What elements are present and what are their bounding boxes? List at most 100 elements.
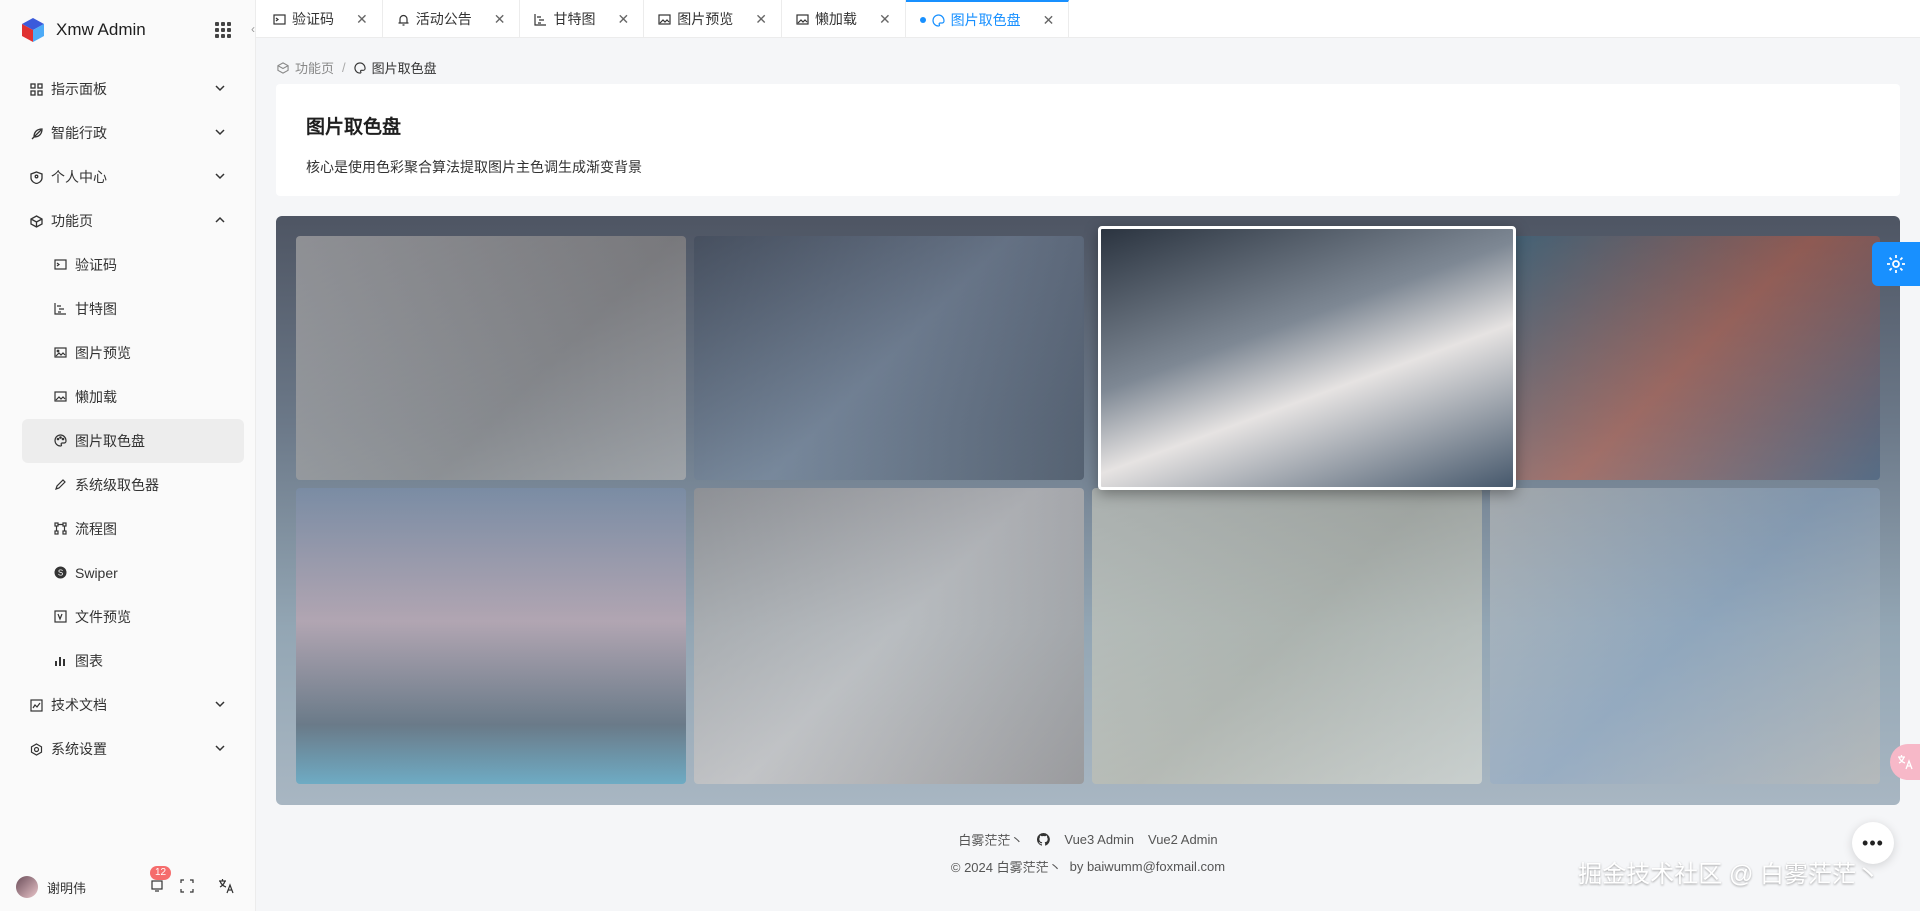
sidebar: Xmw Admin ‹ 指示面板 智能行政 个人中心 功能页 验证码 甘特图 图… [0, 0, 256, 911]
gallery-image[interactable] [1490, 488, 1880, 784]
bell-icon [397, 13, 410, 26]
sidebar-menu: 指示面板 智能行政 个人中心 功能页 验证码 甘特图 图片预览 懒加载 图片取色… [0, 60, 255, 771]
brand: Xmw Admin ‹ [0, 0, 255, 60]
svg-text:S: S [58, 569, 63, 578]
menu-item-dashboard[interactable]: 指示面板 [0, 67, 255, 111]
chevron-down-icon [215, 129, 225, 136]
copyright-text: © 2024 白雾茫茫丶 [950, 860, 1062, 875]
breadcrumb: 功能页 / 图片取色盘 [277, 58, 437, 77]
gallery-image[interactable] [694, 488, 1084, 784]
gallery-image[interactable] [694, 236, 1084, 480]
gallery-image-focused[interactable] [1098, 226, 1516, 490]
gallery-image[interactable] [1092, 488, 1482, 784]
menu-label: 智能行政 [51, 125, 107, 141]
breadcrumb-current-label: 图片取色盘 [371, 61, 437, 76]
palette-icon [354, 61, 366, 74]
image-lazy-icon [54, 390, 68, 404]
vue3-admin-link[interactable]: Vue3 Admin [1064, 832, 1134, 847]
gallery-image[interactable] [296, 488, 686, 784]
avatar[interactable] [16, 876, 38, 898]
tab-announcement[interactable]: 活动公告 ✕ [383, 0, 521, 38]
chevron-down-icon [215, 173, 225, 180]
apps-grid-icon[interactable] [215, 22, 231, 38]
submenu-item-captcha[interactable]: 验证码 [22, 243, 244, 287]
submenu-item-image-preview[interactable]: 图片预览 [22, 331, 244, 375]
settings-drawer-button[interactable] [1872, 242, 1920, 286]
author-email: by baiwumm@foxmail.com [1069, 859, 1226, 874]
tab-label: 甘特图 [553, 11, 596, 27]
tab-label: 活动公告 [415, 11, 472, 27]
image-grid [296, 226, 1880, 785]
chevron-down-icon [215, 745, 225, 752]
chevron-down-icon [215, 701, 225, 708]
palette-icon [932, 13, 945, 27]
submenu-item-color-palette[interactable]: 图片取色盘 [22, 419, 244, 463]
menu-item-settings[interactable]: 系统设置 [0, 727, 255, 771]
page-description: 核心是使用色彩聚合算法提取图片主色调生成渐变背景 [306, 159, 642, 175]
tab-label: 图片预览 [677, 11, 734, 27]
tab-color-palette[interactable]: 图片取色盘 ✕ [905, 0, 1070, 38]
logo-icon [22, 18, 44, 42]
menu-label: 系统设置 [51, 741, 107, 757]
menu-label: 功能页 [51, 213, 93, 229]
fullscreen-icon[interactable] [180, 879, 194, 893]
watermark: 掘金技术社区 @ 白雾茫茫丶 [1578, 861, 1880, 888]
submenu-item-flowchart[interactable]: 流程图 [22, 507, 244, 551]
submenu-item-file-preview[interactable]: 文件预览 [22, 595, 244, 639]
app-title: Xmw Admin [56, 20, 146, 39]
close-icon[interactable]: ✕ [1043, 12, 1055, 29]
tab-captcha[interactable]: 验证码 ✕ [259, 0, 383, 38]
gallery-image[interactable] [1506, 236, 1880, 480]
menu-item-admin[interactable]: 智能行政 [0, 111, 255, 155]
menu-label: 技术文档 [51, 697, 107, 713]
gantt-icon [54, 302, 68, 316]
github-icon[interactable] [1037, 833, 1051, 846]
close-icon[interactable]: ✕ [755, 11, 767, 28]
language-toggle-button[interactable] [1890, 744, 1920, 780]
tab-label: 图片取色盘 [950, 12, 1021, 28]
user-bar: 谢明伟 12 [0, 863, 256, 911]
shield-user-icon [29, 170, 43, 184]
menu-item-features[interactable]: 功能页 [0, 199, 255, 243]
user-name[interactable]: 谢明伟 [47, 878, 86, 897]
gear-icon [29, 742, 43, 756]
translate-icon[interactable] [218, 878, 234, 894]
tab-gantt[interactable]: 甘特图 ✕ [520, 0, 645, 38]
close-icon[interactable]: ✕ [494, 11, 506, 28]
vue2-admin-link[interactable]: Vue2 Admin [1148, 832, 1218, 847]
box-icon [29, 214, 43, 228]
dashboard-icon [29, 82, 43, 96]
box-icon [277, 61, 289, 74]
chart-icon [54, 654, 68, 668]
flow-icon [54, 522, 68, 536]
tab-bar: 验证码 ✕ 活动公告 ✕ 甘特图 ✕ 图片预览 ✕ 懒加载 ✕ 图片取色盘 ✕ [256, 0, 1920, 38]
menu-item-docs[interactable]: 技术文档 [0, 683, 255, 727]
tab-image-preview[interactable]: 图片预览 ✕ [644, 0, 782, 38]
submenu-label: 甘特图 [75, 301, 117, 317]
doc-icon [29, 698, 43, 712]
tab-lazyload[interactable]: 懒加载 ✕ [782, 0, 906, 38]
gallery-image[interactable] [296, 236, 686, 480]
feather-icon [29, 126, 43, 140]
submenu-label: 懒加载 [75, 389, 117, 405]
close-icon[interactable]: ✕ [617, 11, 629, 28]
submenu-item-swiper[interactable]: S Swiper [22, 551, 244, 595]
submenu-item-gantt[interactable]: 甘特图 [22, 287, 244, 331]
submenu-label: 系统级取色器 [75, 477, 159, 493]
submenu-label: 图片预览 [75, 345, 131, 361]
pen-icon [54, 478, 68, 492]
close-icon[interactable]: ✕ [356, 11, 368, 28]
menu-item-personal[interactable]: 个人中心 [0, 155, 255, 199]
submenu-item-color-picker[interactable]: 系统级取色器 [22, 463, 244, 507]
submenu-item-chart[interactable]: 图表 [22, 639, 244, 683]
image-icon [796, 13, 809, 26]
submenu-label: 验证码 [75, 257, 117, 273]
breadcrumb-separator: / [342, 60, 346, 75]
image-icon [54, 346, 68, 360]
notification-icon[interactable] [150, 879, 164, 893]
page-title: 图片取色盘 [306, 117, 402, 138]
breadcrumb-parent[interactable]: 功能页 [295, 58, 334, 77]
close-icon[interactable]: ✕ [879, 11, 891, 28]
chevron-up-icon [215, 216, 225, 223]
submenu-item-lazyload[interactable]: 懒加载 [22, 375, 244, 419]
